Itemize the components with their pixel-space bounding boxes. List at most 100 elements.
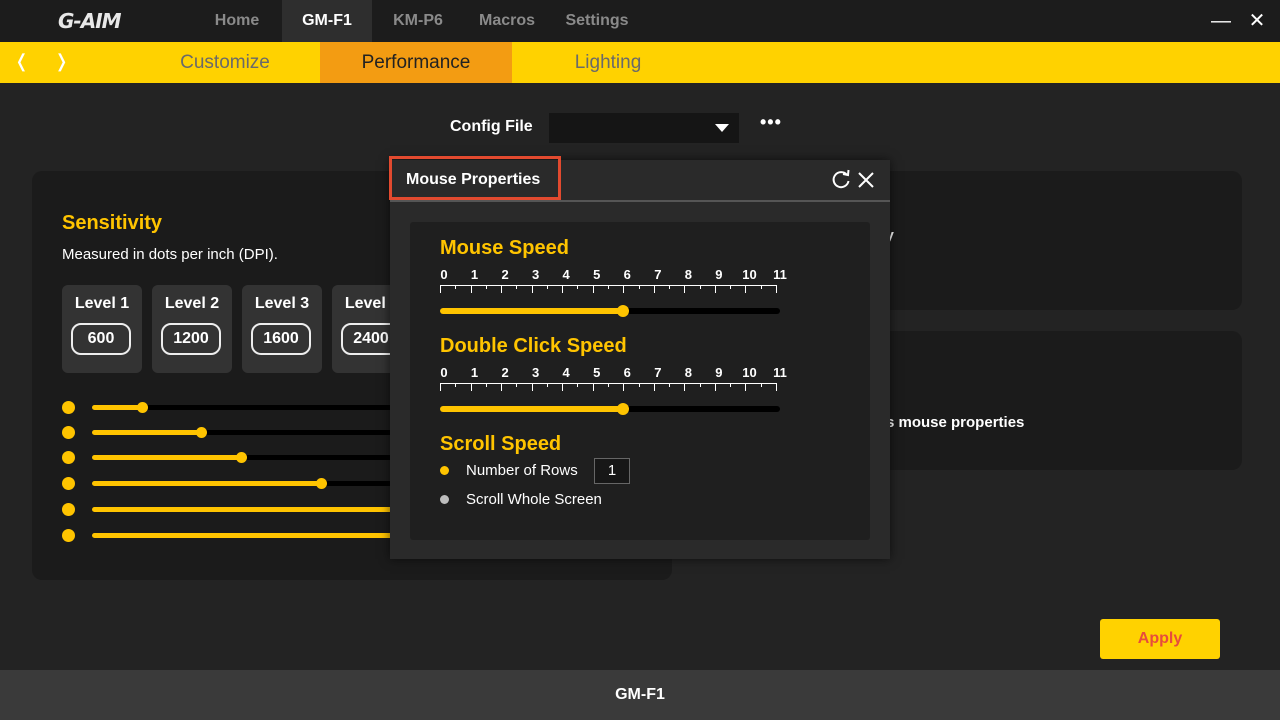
tick-mark [623, 383, 625, 391]
tick-mark [440, 383, 441, 391]
level-toggle-dot[interactable] [62, 451, 75, 464]
radio-number-of-rows[interactable] [440, 466, 449, 475]
slider-fill [92, 481, 322, 486]
tab-lighting[interactable]: Lighting [512, 42, 704, 83]
tick-label: 3 [532, 267, 540, 282]
level-value[interactable]: 1600 [251, 323, 311, 355]
dpi-slider[interactable] [92, 478, 402, 489]
chevron-down-icon [715, 124, 729, 132]
slider-fill [440, 406, 624, 412]
mouse-properties-dialog: Mouse Properties Mouse Speed 0 1 2 3 4 5 6 7 8 9 1… [389, 156, 890, 559]
rows-input[interactable]: 1 [594, 458, 630, 484]
dialog-content: Mouse Speed 0 1 2 3 4 5 6 7 8 9 10 11 Double Click … [410, 222, 870, 540]
tick-label: 8 [684, 267, 692, 282]
level-toggle-dot[interactable] [62, 503, 75, 516]
minor-tick-mark [730, 285, 732, 289]
minor-tick-mark [455, 383, 457, 387]
tick-label: 7 [654, 267, 662, 282]
minor-tick-mark [669, 285, 671, 289]
sub-navigation: ❬ ❭ Customize Performance Lighting [0, 42, 1280, 83]
tab-settings[interactable]: Settings [560, 0, 634, 42]
tab-customize[interactable]: Customize [130, 42, 320, 83]
sensitivity-title: Sensitivity [62, 212, 163, 234]
config-file-select[interactable] [549, 113, 739, 143]
minor-tick-mark [699, 285, 701, 289]
tick-mark [531, 285, 533, 293]
minor-tick-mark [608, 383, 609, 387]
slider-knob[interactable] [195, 427, 207, 438]
dpi-level-2[interactable]: Level 2 1200 [152, 285, 232, 373]
mouse-properties-text: s mouse properties [886, 414, 1025, 431]
mouse-speed-scale: 0 1 2 3 4 5 6 7 8 9 10 11 [440, 267, 787, 297]
level-toggle-dot[interactable] [62, 529, 75, 542]
tick-label: 10 [742, 365, 757, 380]
tab-km-p6[interactable]: KM-P6 [380, 0, 456, 42]
tick-label: 1 [470, 365, 479, 380]
slider-knob[interactable] [617, 305, 630, 317]
slider-fill [92, 507, 402, 512]
level-name: Level 3 [254, 295, 310, 312]
tick-label: 6 [623, 267, 631, 282]
title-bar: G-AIM Home GM-F1 KM-P6 Macros Settings —… [0, 0, 1280, 42]
minor-tick-mark [546, 383, 548, 387]
tick-label: 2 [501, 365, 509, 380]
tick-mark [501, 383, 503, 391]
level-toggle-dot[interactable] [62, 477, 75, 490]
radio-scroll-whole-screen[interactable] [440, 495, 449, 504]
apply-button[interactable]: Apply [1100, 619, 1220, 659]
minor-tick-mark [730, 383, 732, 387]
level-toggle-dot[interactable] [62, 401, 75, 414]
level-value[interactable]: 1200 [161, 323, 221, 355]
minor-tick-mark [638, 383, 640, 387]
tick-label: 9 [715, 365, 723, 380]
slider-knob[interactable] [136, 402, 148, 413]
tab-home[interactable]: Home [200, 0, 274, 42]
more-options-icon[interactable]: ••• [760, 112, 782, 133]
tick-mark [623, 285, 625, 293]
refresh-icon[interactable] [830, 169, 852, 191]
tick-mark [653, 383, 655, 391]
level-value[interactable]: 600 [71, 323, 131, 355]
sensitivity-subtitle: Measured in dots per inch (DPI). [62, 246, 278, 263]
tick-mark [470, 383, 472, 391]
dpi-slider[interactable] [92, 402, 402, 413]
tick-label: 8 [684, 365, 692, 380]
slider-fill [440, 308, 624, 314]
tick-mark [501, 285, 503, 293]
double-click-speed-scale: 0 1 2 3 4 5 6 7 8 9 10 11 [440, 365, 787, 395]
tab-macros[interactable]: Macros [468, 0, 546, 42]
level-toggle-dot[interactable] [62, 426, 75, 439]
tick-label: 11 [773, 365, 787, 380]
dpi-slider[interactable] [92, 533, 402, 538]
slider-knob[interactable] [235, 452, 247, 463]
tab-performance[interactable]: Performance [320, 42, 512, 83]
dpi-slider[interactable] [92, 452, 402, 463]
minor-tick-mark [699, 383, 701, 387]
back-arrow-icon[interactable]: ❬ [14, 51, 29, 72]
tick-label: 0 [440, 365, 448, 380]
forward-arrow-icon[interactable]: ❭ [54, 51, 69, 72]
dialog-close-icon[interactable] [855, 169, 877, 191]
tick-mark [714, 383, 716, 391]
mouse-speed-slider[interactable] [440, 305, 780, 317]
tick-label: 11 [773, 267, 787, 282]
tick-mark [653, 285, 655, 293]
minor-tick-mark [455, 285, 457, 289]
tab-gm-f1[interactable]: GM-F1 [282, 0, 372, 42]
tick-label: 0 [440, 267, 448, 282]
minimize-icon[interactable]: — [1208, 8, 1234, 34]
dpi-slider[interactable] [92, 427, 402, 438]
slider-fill [92, 455, 241, 460]
dpi-level-3[interactable]: Level 3 1600 [242, 285, 322, 373]
double-click-speed-slider[interactable] [440, 403, 780, 415]
tick-label: 6 [623, 365, 631, 380]
dpi-slider[interactable] [92, 507, 402, 512]
tick-mark [684, 285, 686, 293]
tick-mark [776, 383, 777, 391]
tick-mark [562, 383, 564, 391]
slider-knob[interactable] [617, 403, 630, 415]
close-icon[interactable]: ✕ [1244, 8, 1270, 34]
minor-tick-mark [608, 285, 609, 289]
dpi-level-1[interactable]: Level 1 600 [62, 285, 142, 373]
slider-fill [92, 533, 402, 538]
